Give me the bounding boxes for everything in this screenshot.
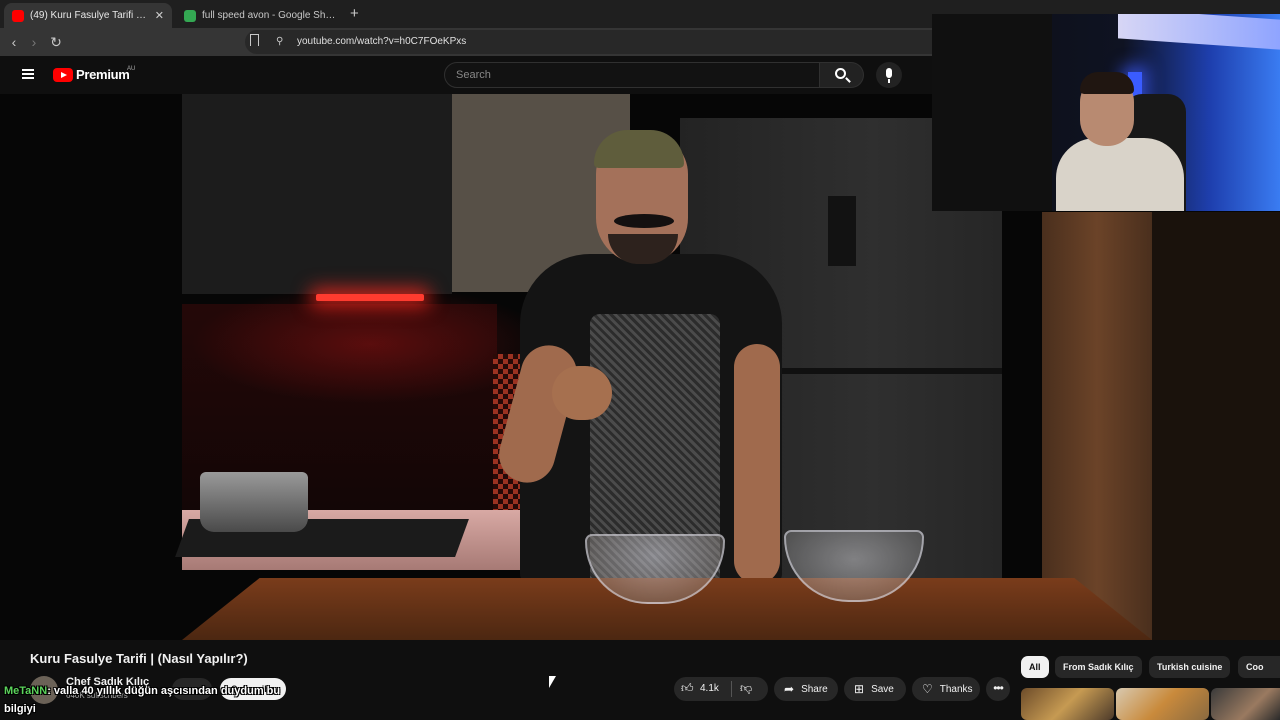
recommended-thumbnail[interactable]	[1021, 688, 1114, 720]
bookmark-icon[interactable]	[250, 34, 259, 46]
chat-message-overlay: MeTaNN: valla 40 yıllık düğün aşcısından…	[4, 682, 304, 718]
save-button[interactable]: ⊞ Save	[844, 677, 906, 701]
mouse-cursor-icon	[549, 676, 556, 688]
recommended-thumbnail[interactable]	[1116, 688, 1209, 720]
webcam-scene	[932, 14, 1052, 211]
search-input[interactable]	[444, 62, 820, 88]
video-scene	[552, 366, 612, 420]
thanks-label: Thanks	[939, 683, 973, 695]
google-shopping-icon	[184, 9, 196, 22]
new-tab-button[interactable]: +	[350, 5, 359, 22]
share-label: Share	[801, 683, 828, 695]
bookmark-add-icon: ⊞	[854, 682, 865, 696]
video-scene	[182, 94, 452, 294]
share-icon: ➦	[784, 682, 795, 696]
share-button[interactable]: ➦ Share	[774, 677, 838, 701]
tab-label: (49) Kuru Fasulye Tarifi | (Nası	[30, 10, 147, 21]
dislike-icon[interactable]: 👎︎	[740, 681, 752, 696]
video-scene	[316, 294, 424, 301]
region-badge: AU	[127, 66, 136, 72]
more-actions-button[interactable]: •••	[986, 677, 1010, 701]
browser-tab-youtube[interactable]: (49) Kuru Fasulye Tarifi | (Nası ✕	[4, 3, 172, 28]
youtube-icon	[12, 9, 24, 22]
video-scene	[1042, 212, 1152, 640]
video-scene	[828, 196, 856, 266]
url-text[interactable]: youtube.com/watch?v=h0C7FOeKPxs	[297, 36, 466, 47]
webcam-scene	[1080, 72, 1134, 94]
reload-icon[interactable]: ↻	[47, 33, 65, 51]
thanks-button[interactable]: ♡ Thanks	[912, 677, 980, 701]
video-title: Kuru Fasulye Tarifi | (Nasıl Yapılır?)	[30, 651, 248, 666]
webcam-scene	[1118, 14, 1280, 50]
like-icon[interactable]: 👍︎	[681, 681, 694, 696]
voice-search-icon[interactable]	[876, 62, 902, 88]
youtube-logo-icon[interactable]	[53, 68, 73, 82]
back-icon[interactable]: ‹	[5, 33, 23, 51]
chip-all[interactable]: All	[1021, 656, 1049, 678]
menu-icon[interactable]	[22, 69, 34, 79]
video-scene	[734, 344, 780, 584]
browser-tab-shopping[interactable]: full speed avon - Google Shopping	[176, 3, 346, 28]
tab-label: full speed avon - Google Shopping	[202, 10, 338, 21]
site-info-icon[interactable]: ⚲	[276, 36, 283, 47]
chat-username: MeTaNN	[4, 685, 48, 697]
webcam-overlay	[932, 14, 1280, 211]
forward-icon[interactable]: ›	[25, 33, 43, 51]
close-tab-icon[interactable]: ✕	[155, 9, 164, 22]
webcam-scene	[1056, 138, 1184, 211]
video-scene	[594, 130, 684, 168]
chip-cooking[interactable]: Coo	[1238, 656, 1280, 678]
youtube-premium-logo[interactable]: Premium	[76, 67, 130, 82]
divider	[731, 681, 732, 697]
video-scene	[1152, 212, 1280, 640]
chip-from-channel[interactable]: From Sadık Kılıç	[1055, 656, 1142, 678]
save-label: Save	[871, 683, 894, 695]
recommended-thumbnail[interactable]	[1211, 688, 1280, 720]
like-count[interactable]: 4.1k	[700, 683, 719, 694]
video-scene	[200, 472, 308, 532]
thanks-icon: ♡	[922, 682, 933, 696]
search-placeholder: Search	[456, 69, 491, 81]
chip-turkish-cuisine[interactable]: Turkish cuisine	[1149, 656, 1231, 678]
video-scene	[614, 214, 674, 228]
search-icon	[835, 68, 846, 79]
